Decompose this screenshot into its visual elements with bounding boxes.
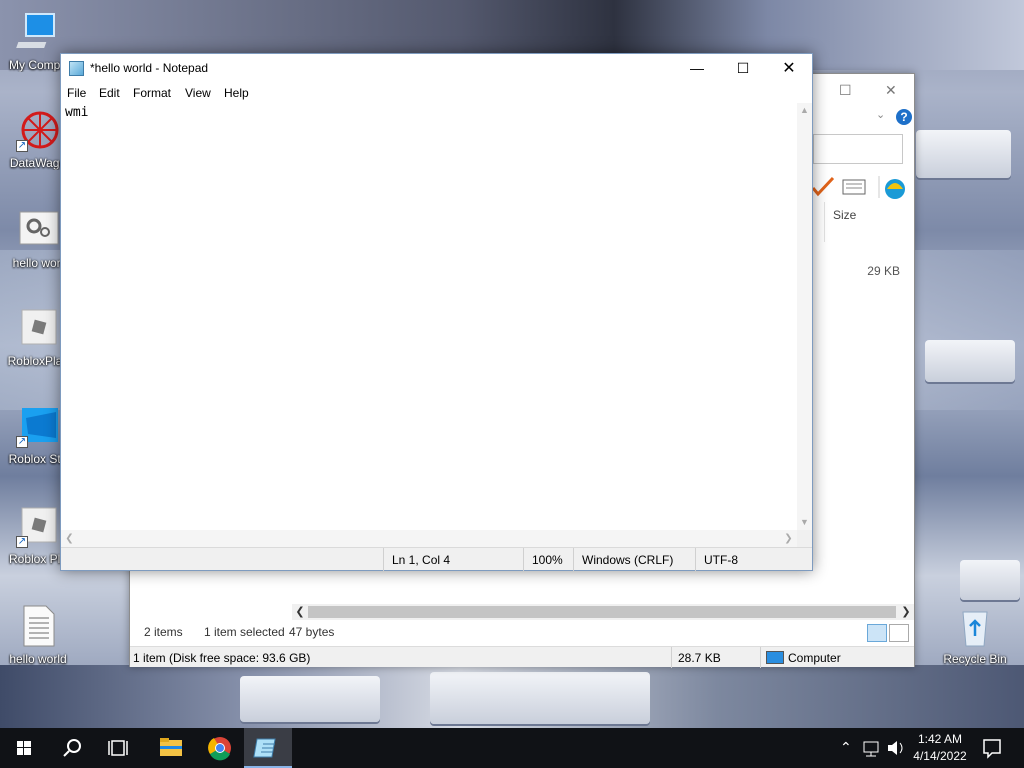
search-button[interactable] [48,728,96,768]
recycle-bin-icon [953,604,997,648]
help-icon[interactable]: ? [896,109,912,125]
wallpaper-tank [960,560,1020,600]
chevron-up-icon: ⌃ [840,739,852,755]
status-bar: Ln 1, Col 4 100% Windows (CRLF) UTF-8 [61,547,812,571]
menu-bar: File Edit Format View Help [61,83,812,103]
selection-text: 1 item selected [204,625,285,639]
menu-file[interactable]: File [67,86,86,100]
divider [760,647,761,668]
menu-view[interactable]: View [185,86,211,100]
cursor-position: Ln 1, Col 4 [383,548,523,571]
scroll-right-arrow-icon[interactable]: ❯ [780,530,797,547]
location-label: Computer [788,651,841,665]
explorer-toolbar [811,174,913,200]
disk-info: 1 item (Disk free space: 93.6 GB) [133,651,311,665]
title-bar[interactable]: *hello world - Notepad — ☐ ✕ [61,54,812,83]
scrollbar-thumb[interactable] [308,606,896,618]
shortcut-arrow-icon: ↗ [16,140,28,152]
roblox-player-icon [16,306,60,350]
shortcut-arrow-icon: ↗ [16,536,28,548]
wallpaper-tank [430,672,650,724]
computer-icon [16,10,60,54]
zoom-level: 100% [523,548,573,571]
show-hidden-icons-button[interactable]: ⌃ [838,728,854,768]
wallpaper-tank [916,130,1011,178]
roblox-studio-icon: ↗ [16,404,60,448]
desktop-icon-recycle-bin[interactable]: Recycle Bin [937,604,1013,666]
menu-help[interactable]: Help [224,86,249,100]
item-count: 2 items [144,625,183,639]
encoding: UTF-8 [695,548,812,571]
text-editor[interactable]: wmi [61,103,797,530]
divider [671,647,672,668]
minimize-button[interactable]: — [674,54,720,83]
computer-icon [766,651,784,664]
vertical-scrollbar[interactable]: ▲ ▼ [797,103,812,530]
roblox-player-icon: ↗ [16,504,60,548]
chrome-taskbar-button[interactable] [196,728,244,768]
menu-edit[interactable]: Edit [99,86,120,100]
menu-format[interactable]: Format [133,86,171,100]
scroll-left-arrow-icon[interactable]: ❮ [61,530,78,547]
scrollbar-corner [797,530,812,547]
chrome-icon [208,737,231,761]
text-file-icon [16,604,60,648]
notification-icon [983,739,1001,759]
network-icon [863,741,879,757]
file-explorer-icon [160,738,182,756]
horizontal-scrollbar[interactable]: ❮ ❯ [292,604,914,620]
task-view-icon [108,740,128,756]
wallpaper-tank [925,340,1015,382]
details-view-icon[interactable] [867,624,887,642]
explorer-details-bar: 1 item (Disk free space: 93.6 GB) 28.7 K… [130,646,914,668]
scroll-up-arrow-icon[interactable]: ▲ [797,103,812,118]
scroll-left-arrow-icon[interactable]: ❮ [292,604,308,620]
network-button[interactable] [860,728,884,768]
datawagon-icon: ↗ [16,108,60,152]
window-title: *hello world - Notepad [90,61,209,75]
view-toggle[interactable] [867,624,911,642]
shortcut-arrow-icon: ↗ [16,436,28,448]
notepad-taskbar-button[interactable] [244,728,292,768]
wallpaper-tank [240,676,380,722]
notepad-icon [253,738,276,758]
scroll-right-arrow-icon[interactable]: ❯ [898,604,914,620]
clock-date: 4/14/2022 [913,749,967,763]
gears-file-icon [16,208,60,252]
selection-size: 47 bytes [289,625,335,639]
start-button[interactable] [0,728,48,768]
explorer-status-bar: 2 items 1 item selected 47 bytes [130,620,914,644]
total-size: 28.7 KB [678,651,721,665]
chevron-down-icon[interactable]: ⌄ [876,108,885,121]
taskbar: ⌃ 1:42 AM 4/14/2022 [0,728,1024,768]
close-button[interactable]: ✕ [766,54,812,83]
notepad-window[interactable]: *hello world - Notepad — ☐ ✕ File Edit F… [60,53,813,571]
volume-icon [888,741,903,755]
horizontal-scrollbar[interactable]: ❮ ❯ [61,530,797,547]
clock[interactable]: 1:42 AM 4/14/2022 [908,728,972,768]
windows-logo-icon [17,741,31,755]
close-button[interactable]: ✕ [885,82,897,99]
scroll-down-arrow-icon[interactable]: ▼ [797,515,812,530]
search-icon [63,739,81,757]
desktop-icon-hello-world-text[interactable]: hello world [0,604,76,666]
task-view-button[interactable] [96,728,144,768]
search-box[interactable] [813,134,903,164]
volume-button[interactable] [884,728,908,768]
maximize-button[interactable]: ☐ [720,54,766,83]
column-header-size[interactable]: Size [824,202,906,242]
file-explorer-taskbar-button[interactable] [146,728,194,768]
action-center-button[interactable] [978,728,1006,768]
notepad-icon [69,61,84,76]
file-size-cell: 29 KB [867,264,900,278]
maximize-button[interactable]: ☐ [839,82,852,99]
clock-time: 1:42 AM [917,732,963,746]
line-ending: Windows (CRLF) [573,548,695,571]
large-icons-view-icon[interactable] [889,624,909,642]
